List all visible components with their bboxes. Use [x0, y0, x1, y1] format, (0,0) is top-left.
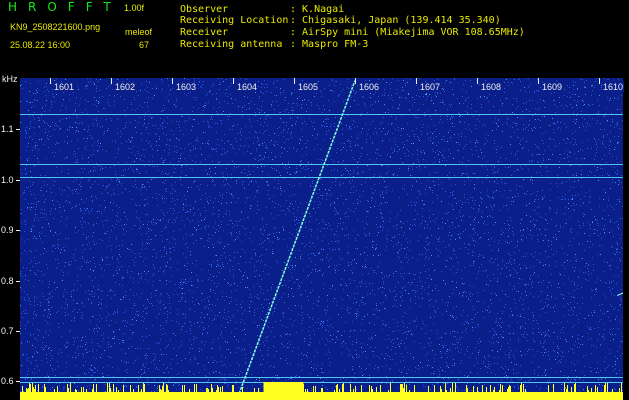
spectrogram-canvas: [20, 78, 623, 400]
time-label-1610: 1610: [602, 82, 625, 92]
time-label-1606: 1606: [358, 82, 381, 92]
datetime-label: 25.08.22 16:00: [10, 40, 71, 50]
time-tick: [50, 78, 51, 84]
carrier-line: [20, 177, 623, 178]
freq-label-1.1: 1.1: [1, 124, 14, 134]
receiver-value: : AirSpy mini (Miakejima VOR 108.65MHz): [290, 27, 525, 38]
observer-label: Observer: [180, 4, 229, 15]
time-tick: [172, 78, 173, 84]
time-label-1602: 1602: [114, 82, 137, 92]
time-tick: [111, 78, 112, 84]
noise-speckle: [20, 78, 623, 400]
short-echo: [617, 292, 623, 297]
bottom-signal-burst: [263, 382, 304, 392]
bottom-signal-band: [20, 392, 623, 400]
carrier-line: [20, 382, 623, 383]
location-label: Receiving Location: [180, 15, 289, 26]
carrier-line: [20, 114, 623, 115]
time-tick: [294, 78, 295, 84]
receiver-label: Receiver: [180, 27, 229, 38]
time-tick: [477, 78, 478, 84]
freq-label-1.0: 1.0: [1, 175, 14, 185]
time-label-1608: 1608: [480, 82, 503, 92]
carrier-line: [20, 164, 623, 165]
meteor-trail: [238, 80, 356, 394]
time-tick: [599, 78, 600, 84]
time-tick: [538, 78, 539, 84]
time-label-1604: 1604: [236, 82, 259, 92]
filename-label: KN9_2508221600.png: [10, 22, 101, 32]
location-value: : Chigasaki, Japan (139.414 35.340): [290, 15, 501, 26]
time-label-1609: 1609: [541, 82, 564, 92]
freq-label-0.9: 0.9: [1, 225, 14, 235]
observer-value: : K.Nagai: [290, 4, 345, 15]
freq-label-0.8: 0.8: [1, 276, 14, 286]
mode-label: meleof: [125, 27, 153, 37]
carrier-line: [20, 377, 623, 378]
count-label: 67: [139, 40, 150, 50]
spectrogram-plot: 1601 1602 1603 1604 1605 1606 1607 1608 …: [20, 78, 625, 400]
version-label: 1.00f: [124, 3, 145, 13]
time-label-1607: 1607: [419, 82, 442, 92]
time-tick: [355, 78, 356, 84]
time-label-1605: 1605: [297, 82, 320, 92]
time-label-1601: 1601: [53, 82, 76, 92]
time-label-1603: 1603: [175, 82, 198, 92]
frequency-unit-label: kHz: [2, 74, 18, 84]
freq-label-0.7: 0.7: [1, 326, 14, 336]
antenna-label: Receiving antenna: [180, 39, 283, 50]
time-tick: [233, 78, 234, 84]
app-title: HROFFT: [8, 0, 122, 14]
freq-label-0.6: 0.6: [1, 376, 14, 386]
time-tick: [416, 78, 417, 84]
antenna-value: : Maspro FM-3: [290, 39, 369, 50]
